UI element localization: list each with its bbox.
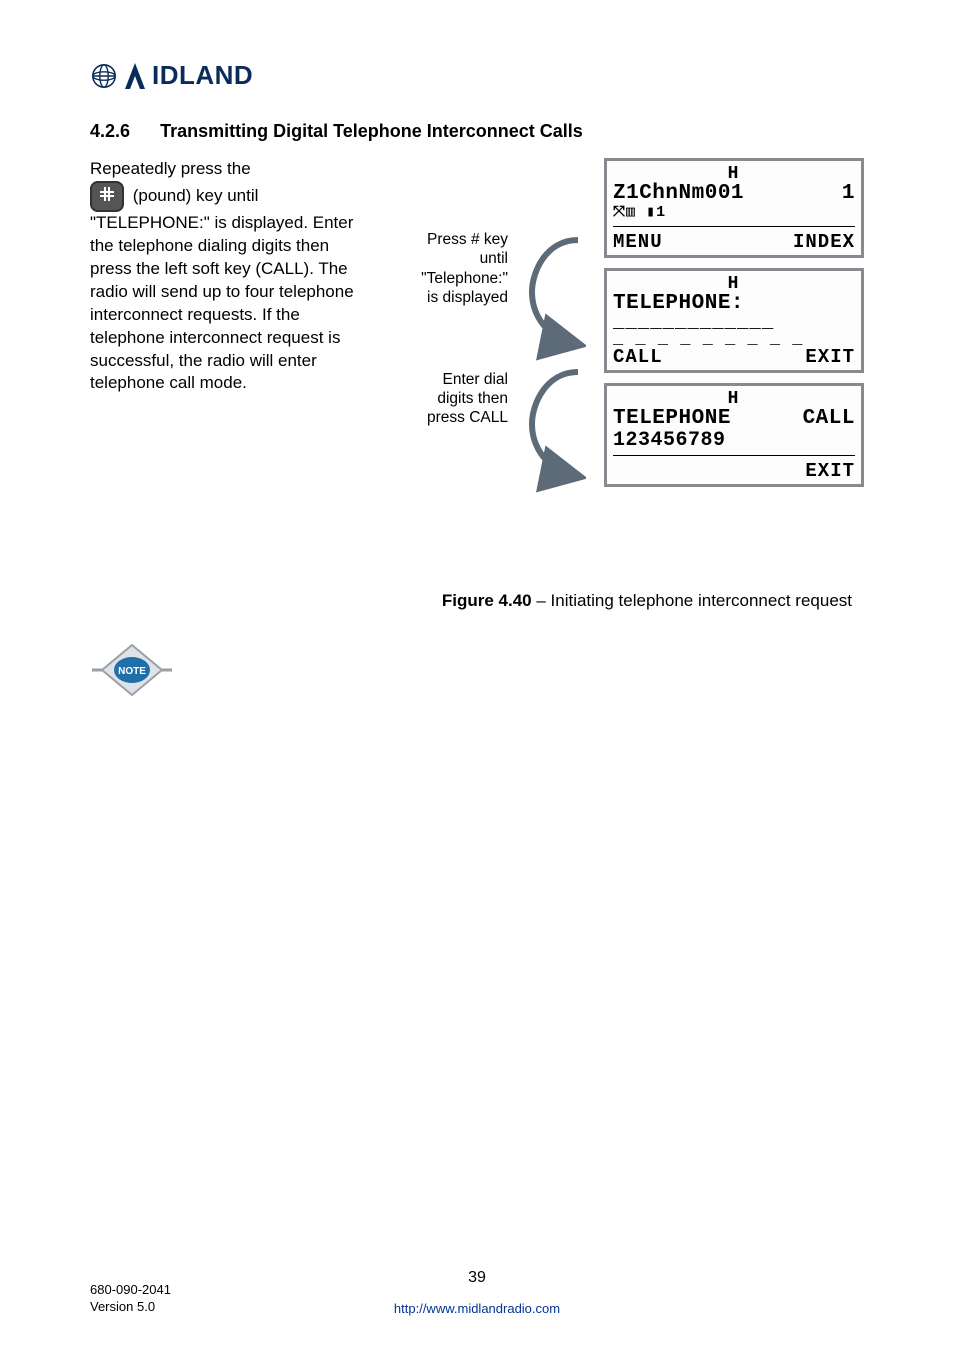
lcd1-softkey-right: INDEX	[793, 231, 855, 253]
lcd2-softkey-right: EXIT	[805, 346, 855, 368]
figure-caption: Figure 4.40 – Initiating telephone inter…	[90, 591, 864, 611]
lcd3-number: 123456789	[613, 430, 726, 451]
lcd1-title: Z1ChnNm001	[613, 183, 744, 205]
brand-logo: IDLAND	[90, 60, 864, 91]
note-badge: NOTE	[90, 641, 864, 704]
svg-text:NOTE: NOTE	[118, 666, 146, 677]
footer-docnum: 680-090-2041	[90, 1282, 171, 1299]
lcd-panel-1: H Z1ChnNm001 1 ⤧▥ ▮1 MENU INDEX	[604, 158, 864, 258]
lcd2-dashes: _ _ _ _ _ _ _ _ _	[613, 336, 855, 345]
lcd3-title: TELEPHONE	[613, 408, 731, 430]
lcd1-h: H	[613, 165, 855, 183]
page-number: 39	[90, 1269, 864, 1287]
lcd2-h: H	[613, 275, 855, 293]
footer-version: Version 5.0	[90, 1299, 171, 1316]
lcd-panel-2: H TELEPHONE: _____________ _ _ _ _ _ _ _…	[604, 268, 864, 374]
body-pre: Repeatedly press the	[90, 159, 251, 178]
section-heading: 4.2.6 Transmitting Digital Telephone Int…	[90, 121, 864, 142]
lcd3-h: H	[613, 390, 855, 408]
body-text: Repeatedly press the (pound) key until "…	[90, 158, 370, 395]
figure-text: – Initiating telephone interconnect requ…	[532, 591, 852, 610]
lcd2-entryline: _____________	[613, 315, 855, 330]
globe-icon	[90, 62, 118, 90]
instruction-2: Enter dial digits then press CALL	[388, 370, 508, 428]
lcd-panel-3: H TELEPHONE CALL 123456789 EXIT	[604, 383, 864, 487]
heading-title: Transmitting Digital Telephone Interconn…	[160, 121, 583, 141]
arrow-column	[526, 158, 586, 567]
lcd1-softkey-left: MENU	[613, 231, 663, 253]
lcd1-icons: ⤧▥ ▮1	[613, 205, 855, 222]
lcd2-softkey-left: CALL	[613, 346, 663, 368]
page-footer: 680-090-2041 Version 5.0 39 http://www.m…	[90, 1269, 864, 1316]
instruction-column: Press # key until "Telephone:" is displa…	[388, 158, 508, 428]
logo-text: IDLAND	[152, 60, 253, 91]
body-post: (pound) key until "TELEPHONE:" is displa…	[90, 186, 354, 393]
lcd3-softkey-right: EXIT	[805, 460, 855, 482]
pound-key-icon	[90, 181, 124, 212]
figure-number: Figure 4.40	[442, 591, 532, 610]
logo-a-mark	[124, 61, 146, 91]
lcd1-index: 1	[842, 183, 855, 205]
footer-url: http://www.midlandradio.com	[90, 1301, 864, 1316]
heading-number: 4.2.6	[90, 121, 130, 141]
instruction-1: Press # key until "Telephone:" is displa…	[388, 230, 508, 308]
lcd3-call: CALL	[803, 408, 855, 430]
